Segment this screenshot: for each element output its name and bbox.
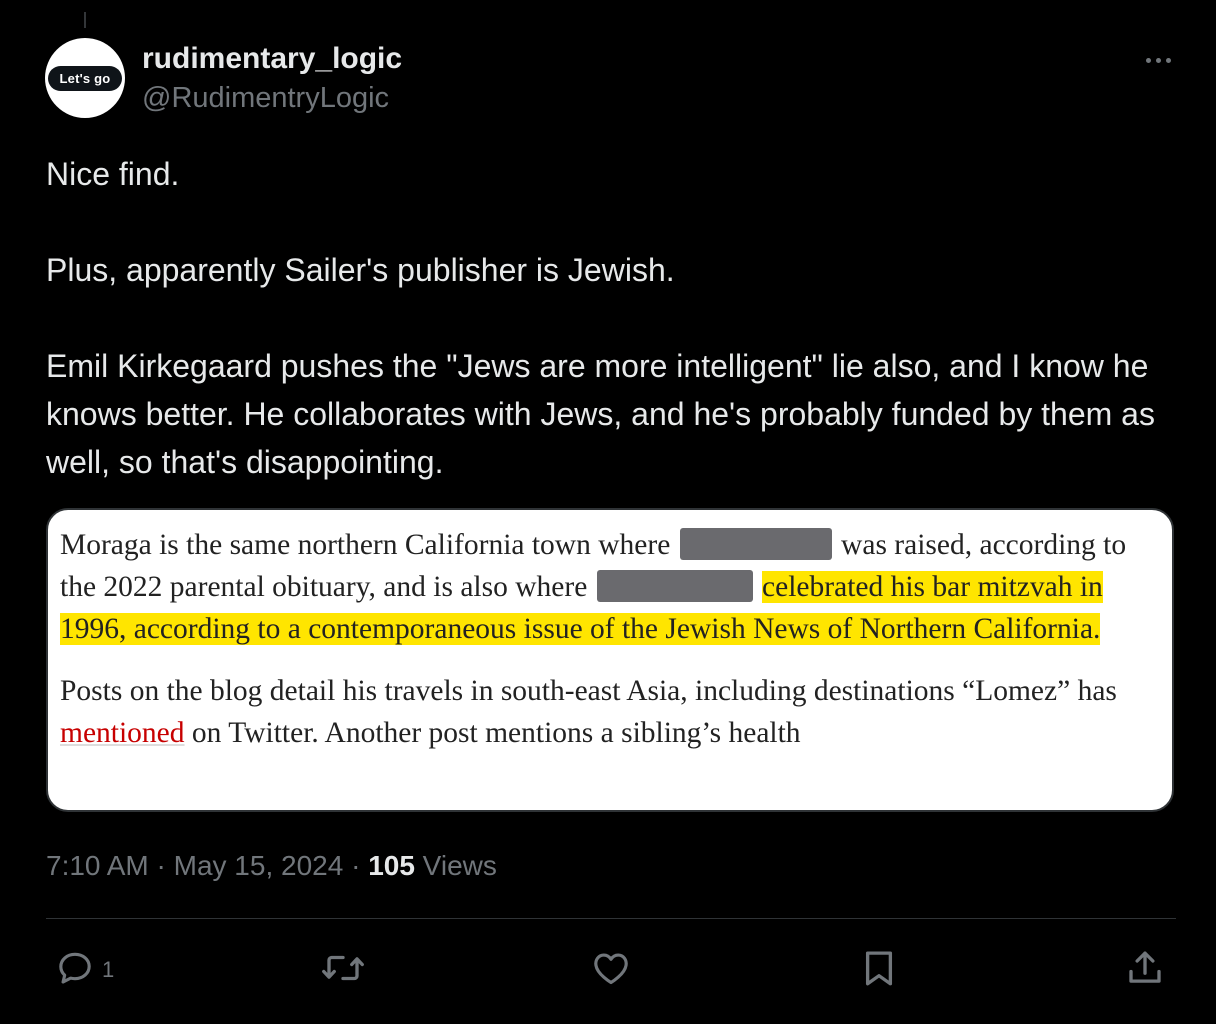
- avatar-label: Let's go: [47, 65, 123, 91]
- retweet-button[interactable]: [320, 944, 366, 992]
- more-dot: [1145, 57, 1151, 63]
- tweet-text: Nice find. Plus, apparently Sailer's pub…: [46, 150, 1166, 486]
- bookmark-icon: [865, 951, 893, 986]
- more-dot: [1165, 57, 1171, 63]
- tweet-paragraph: Nice find.: [46, 156, 180, 192]
- article-paragraph: Posts on the blog detail his travels in …: [60, 670, 1164, 754]
- reply-count: 1: [102, 957, 115, 982]
- meta-separator: ·: [343, 850, 369, 881]
- tweet-time[interactable]: 7:10 AM: [46, 850, 149, 881]
- display-name[interactable]: rudimentary_logic: [142, 42, 402, 76]
- tweet-date[interactable]: May 15, 2024: [174, 850, 344, 881]
- views-label: Views: [414, 850, 497, 881]
- redaction-box: [679, 528, 832, 560]
- share-button[interactable]: [1124, 944, 1166, 992]
- article-text: on Twitter. Another post mentions a sibl…: [191, 717, 801, 749]
- tweet-media-image[interactable]: Moraga is the same northern California t…: [46, 508, 1174, 812]
- divider: [46, 918, 1176, 919]
- tweet-paragraph: Plus, apparently Sailer's publisher is J…: [46, 252, 675, 288]
- tweet-paragraph: Emil Kirkegaard pushes the "Jews are mor…: [46, 348, 1155, 480]
- tweet-metadata: 7:10 AM · May 15, 2024 · 105 Views: [46, 850, 497, 882]
- reply-button[interactable]: 1: [54, 944, 114, 992]
- like-icon: [594, 953, 628, 985]
- bookmark-button[interactable]: [858, 944, 900, 992]
- like-button[interactable]: [590, 944, 632, 992]
- reply-icon: [59, 952, 91, 984]
- views-count: 105: [368, 850, 415, 881]
- article-text: Moraga is the same northern California t…: [60, 529, 671, 561]
- avatar[interactable]: Let's go: [45, 38, 125, 118]
- redaction-box: [596, 570, 753, 602]
- retweet-icon: [322, 955, 364, 981]
- more-icon[interactable]: [1136, 46, 1180, 74]
- article-text: Posts on the blog detail his travels in …: [60, 675, 1117, 707]
- article-paragraph: Moraga is the same northern California t…: [60, 524, 1164, 650]
- user-handle[interactable]: @RudimentryLogic: [142, 82, 389, 115]
- article-screenshot: Moraga is the same northern California t…: [60, 524, 1164, 754]
- article-link: mentioned: [60, 717, 185, 749]
- thread-connector-line: [84, 12, 86, 28]
- meta-separator: ·: [148, 850, 174, 881]
- more-dot: [1155, 57, 1161, 63]
- share-icon: [1129, 951, 1161, 983]
